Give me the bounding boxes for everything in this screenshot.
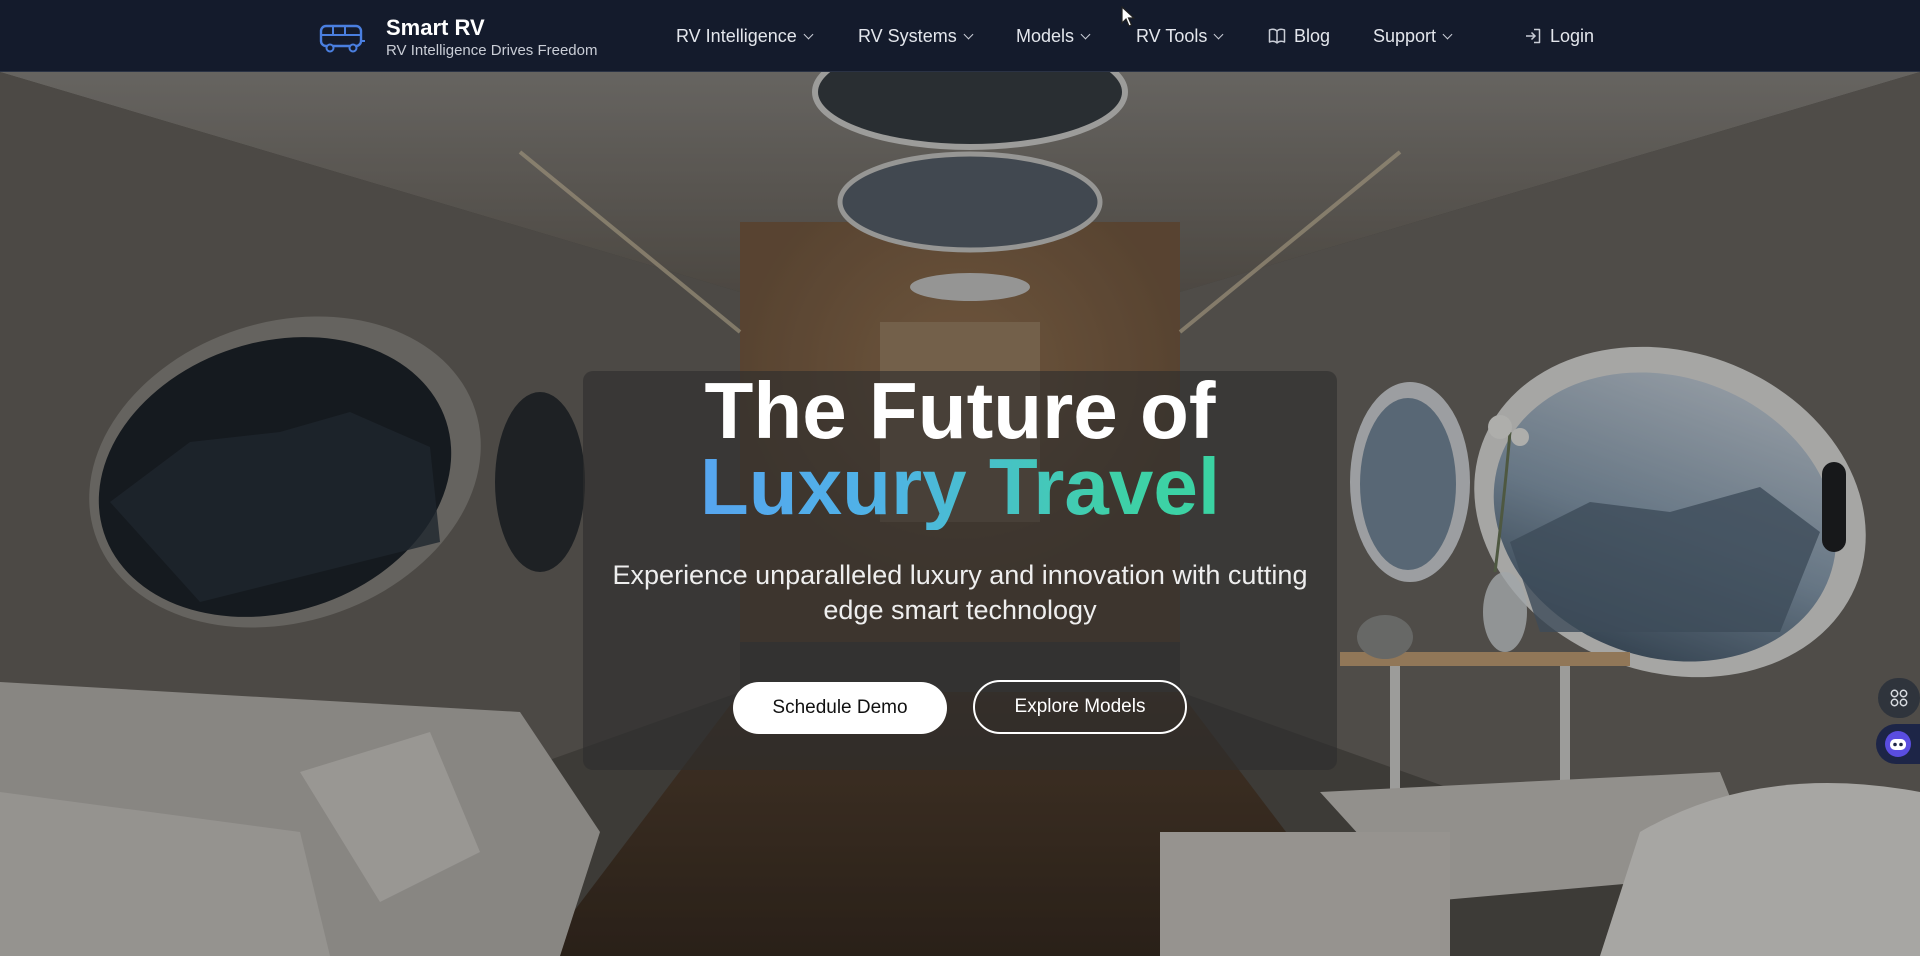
brand-title: Smart RV [386,15,485,40]
nav-models[interactable]: Models [1016,24,1091,48]
chevron-down-icon [803,29,814,39]
nav-label: RV Systems [858,26,957,46]
rv-bus-icon [319,24,365,53]
apps-grid-button[interactable] [1878,678,1920,718]
chevron-down-icon [1213,29,1224,39]
chevron-down-icon [963,29,974,39]
nav-support[interactable]: Support [1373,24,1453,48]
nav-label: RV Tools [1136,26,1208,46]
nav-label: Models [1016,26,1075,46]
hero-subtext: Experience unparalleled luxury and innov… [612,560,1308,625]
nav-rv-tools[interactable]: RV Tools [1136,24,1224,48]
nav-label: Support [1373,26,1437,46]
brand-logo-link[interactable]: Smart RV RV Intelligence Drives Freedom [318,15,597,61]
chevron-down-icon [1442,29,1453,39]
login-label: Login [1550,26,1595,46]
hero-headline-line2: Luxury Travel [583,444,1337,530]
nav-rv-intelligence[interactable]: RV Intelligence [676,24,814,48]
login-icon [1526,28,1541,44]
brand-tagline: RV Intelligence Drives Freedom [386,42,598,59]
chat-bot-button[interactable] [1876,724,1920,764]
mouse-cursor-icon [1121,6,1135,27]
apps-grid-icon [1890,689,1908,707]
top-navbar: Smart RV RV Intelligence Drives Freedom … [0,0,1920,72]
chevron-down-icon [1080,29,1091,39]
nav-blog[interactable]: Blog [1268,24,1330,48]
nav-label: Blog [1294,26,1331,46]
explore-models-button[interactable]: Explore Models [973,680,1187,734]
book-icon [1268,28,1286,44]
hero-section: The Future of Luxury Travel Experience u… [0,72,1920,956]
nav-rv-systems[interactable]: RV Systems [858,24,974,48]
chat-bot-icon [1885,731,1911,757]
schedule-demo-button[interactable]: Schedule Demo [733,682,947,734]
nav-label: RV Intelligence [676,26,797,46]
login-link[interactable]: Login [1524,24,1594,48]
